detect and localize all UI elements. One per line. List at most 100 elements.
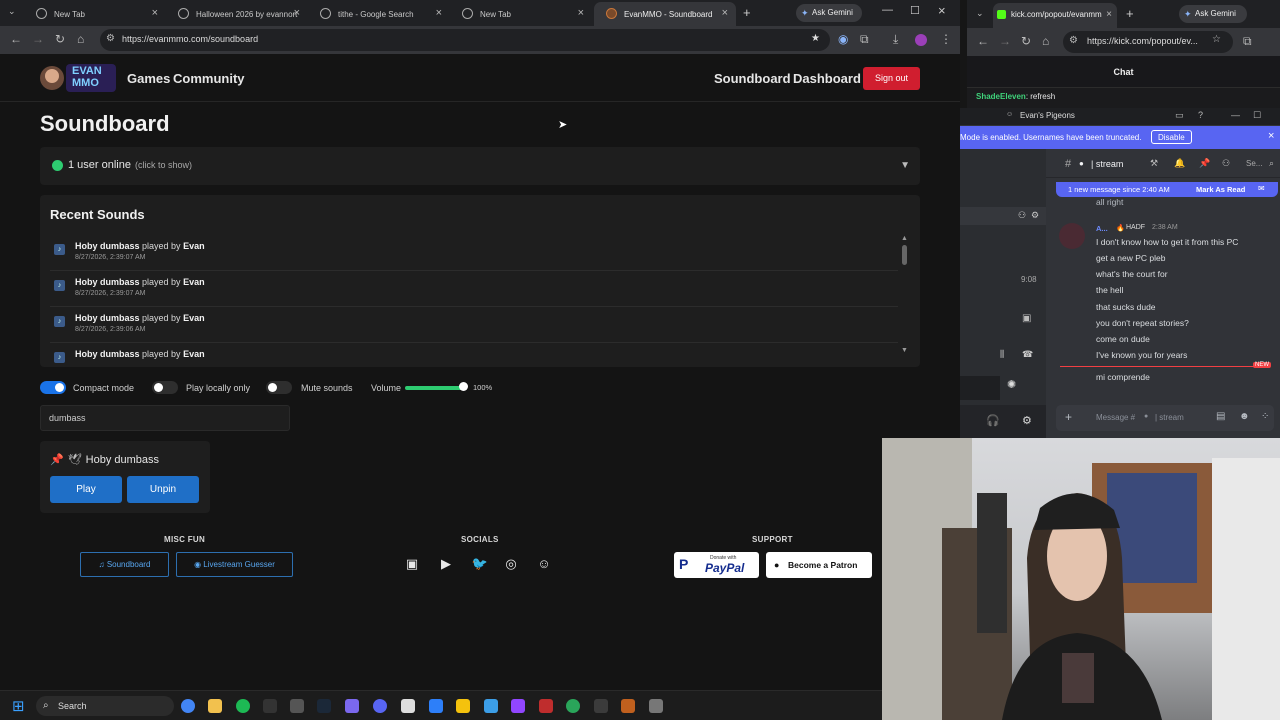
twitch-icon[interactable] [511, 699, 525, 713]
ask-gemini-button[interactable]: ✦ Ask Gemini [1179, 5, 1247, 23]
sound-search-input[interactable] [40, 405, 290, 431]
mark-as-read-button[interactable]: Mark As Read [1196, 185, 1245, 194]
tab-search-chevron-icon[interactable]: ⌄ [8, 6, 16, 17]
author-avatar[interactable] [1059, 223, 1085, 249]
bookmark-star-icon[interactable]: ★ [811, 33, 820, 44]
become-patron-button[interactable]: ● Become a Patron [766, 552, 872, 578]
twitter-icon[interactable]: 🐦 [470, 556, 490, 574]
home-icon[interactable]: ⌂ [1042, 34, 1049, 48]
app-icon[interactable] [566, 699, 580, 713]
extensions-icon[interactable]: ⧉ [860, 32, 869, 47]
window-close-icon[interactable]: × [938, 3, 946, 18]
author-name[interactable]: A... [1096, 224, 1108, 233]
tab-soundboard[interactable]: EvanMMO - Soundboard × [594, 2, 736, 26]
spotify-icon[interactable] [236, 699, 250, 713]
new-messages-bar[interactable]: 1 new message since 2:40 AM Mark As Read… [1056, 182, 1278, 197]
new-tab-plus-icon[interactable]: + [1126, 6, 1134, 21]
site-info-icon[interactable]: ⚙ [1069, 35, 1078, 46]
volume-slider-handle[interactable] [459, 382, 468, 391]
play-button[interactable]: Play [50, 476, 122, 503]
site-info-icon[interactable]: ⚙ [106, 33, 115, 44]
windows-start-icon[interactable]: ⊞ [12, 697, 25, 715]
tab-new-tab-1[interactable]: New Tab × [24, 2, 166, 26]
ask-gemini-button[interactable]: ✦ Ask Gemini [796, 4, 862, 22]
bookmark-star-icon[interactable]: ☆ [1212, 34, 1221, 45]
app-icon[interactable] [345, 699, 359, 713]
sidebar-active-row[interactable]: ⚇ ⚙ [960, 207, 1046, 225]
download-icon[interactable]: ⤓ [893, 32, 898, 47]
nav-dashboard[interactable]: Dashboard [793, 71, 861, 86]
tab-new-tab-2[interactable]: New Tab × [450, 2, 592, 26]
audio-icon[interactable]: ◉ [838, 32, 848, 46]
pin-icon[interactable]: 📌 [1199, 158, 1210, 169]
help-icon[interactable]: ? [1198, 110, 1203, 120]
user-settings-icon[interactable]: ⚙ [1022, 414, 1032, 427]
disconnect-icon[interactable]: ☎ [1022, 349, 1033, 360]
nav-soundboard[interactable]: Soundboard [714, 71, 791, 86]
footer-soundboard-button[interactable]: ♫ Soundboard [80, 552, 169, 577]
maximize-icon[interactable]: ☐ [910, 4, 920, 17]
taskbar-search[interactable]: ⌕ Search [36, 696, 174, 716]
close-icon[interactable]: × [436, 7, 442, 19]
volume-slider[interactable] [405, 386, 465, 390]
home-icon[interactable]: ⌂ [77, 32, 84, 46]
steam-icon[interactable] [317, 699, 331, 713]
tab-halloween[interactable]: Halloween 2026 by evannort × [166, 2, 308, 26]
scroll-up-icon[interactable]: ▲ [901, 235, 908, 242]
pin-icon[interactable]: 📌 [50, 454, 64, 466]
profile-avatar[interactable] [915, 34, 927, 46]
forward-icon[interactable]: → [32, 32, 44, 46]
filezilla-icon[interactable] [539, 699, 553, 713]
discord-icon[interactable] [373, 699, 387, 713]
unpin-button[interactable]: Unpin [127, 476, 199, 503]
menu-dots-icon[interactable]: ⋮ [940, 32, 952, 46]
sign-out-button[interactable]: Sign out [863, 67, 920, 90]
scroll-thumb[interactable] [902, 245, 907, 265]
tab-kick-popout[interactable]: kick.com/popout/evanmm × [993, 3, 1117, 28]
close-icon[interactable]: × [1106, 3, 1112, 27]
extensions-icon[interactable]: ⧉ [1243, 34, 1252, 49]
youtube-icon[interactable]: ▶ [436, 556, 456, 574]
close-icon[interactable]: × [1268, 130, 1274, 142]
message-input[interactable]: + Message # ● | stream ▤ ☻ ⁘ [1056, 405, 1274, 431]
add-attachment-icon[interactable]: + [1065, 410, 1072, 424]
file-explorer-icon[interactable] [208, 699, 222, 713]
address-bar[interactable]: ⚙ https://evanmmo.com/soundboard ★ [100, 29, 830, 51]
compact-mode-toggle[interactable] [40, 381, 66, 394]
evanmmo-logo[interactable]: EVAN MMO [40, 60, 118, 96]
tab-search-chevron-icon[interactable]: ⌄ [976, 8, 984, 19]
terminal-icon[interactable] [290, 699, 304, 713]
headphones-icon[interactable]: 🎧 [986, 414, 1000, 427]
members-icon[interactable]: ⚇ [1222, 158, 1230, 169]
chat-username[interactable]: ShadeEleven [976, 92, 1026, 101]
app-icon[interactable] [621, 699, 635, 713]
bell-icon[interactable]: 🔔 [1174, 158, 1185, 169]
app-icon[interactable] [401, 699, 415, 713]
app-icon[interactable] [484, 699, 498, 713]
back-icon[interactable]: ← [10, 32, 22, 46]
threads-icon[interactable]: ⚒ [1150, 158, 1158, 169]
app-icon[interactable] [429, 699, 443, 713]
disable-button[interactable]: Disable [1151, 130, 1192, 144]
inbox-icon[interactable]: ▭ [1175, 110, 1184, 121]
minimize-icon[interactable]: — [882, 4, 893, 16]
add-member-icon[interactable]: ⚇ [1018, 210, 1026, 221]
app-icon[interactable] [263, 699, 277, 713]
expand-caret-icon[interactable]: ▼ [900, 160, 910, 171]
twitch-icon[interactable]: ▣ [402, 556, 422, 574]
minimize-icon[interactable]: — [1231, 110, 1240, 120]
footer-livestream-guesser-button[interactable]: ◉ Livestream Guesser [176, 552, 293, 577]
reload-icon[interactable]: ↻ [1021, 34, 1031, 48]
maximize-icon[interactable]: ☐ [1253, 110, 1261, 121]
channel-search[interactable]: Se... [1246, 159, 1262, 168]
discord-icon[interactable]: ☺ [534, 556, 554, 574]
mute-sounds-toggle[interactable] [266, 381, 292, 394]
close-icon[interactable]: × [294, 7, 300, 19]
close-icon[interactable]: × [152, 7, 158, 19]
online-users-panel[interactable]: 1 user online (click to show) ▼ [40, 147, 920, 185]
screen-share-icon[interactable]: ▣ [1022, 313, 1031, 324]
nav-games[interactable]: Games [127, 71, 170, 86]
close-icon[interactable]: × [578, 7, 584, 19]
app-icon[interactable] [594, 699, 608, 713]
play-locally-toggle[interactable] [152, 381, 178, 394]
